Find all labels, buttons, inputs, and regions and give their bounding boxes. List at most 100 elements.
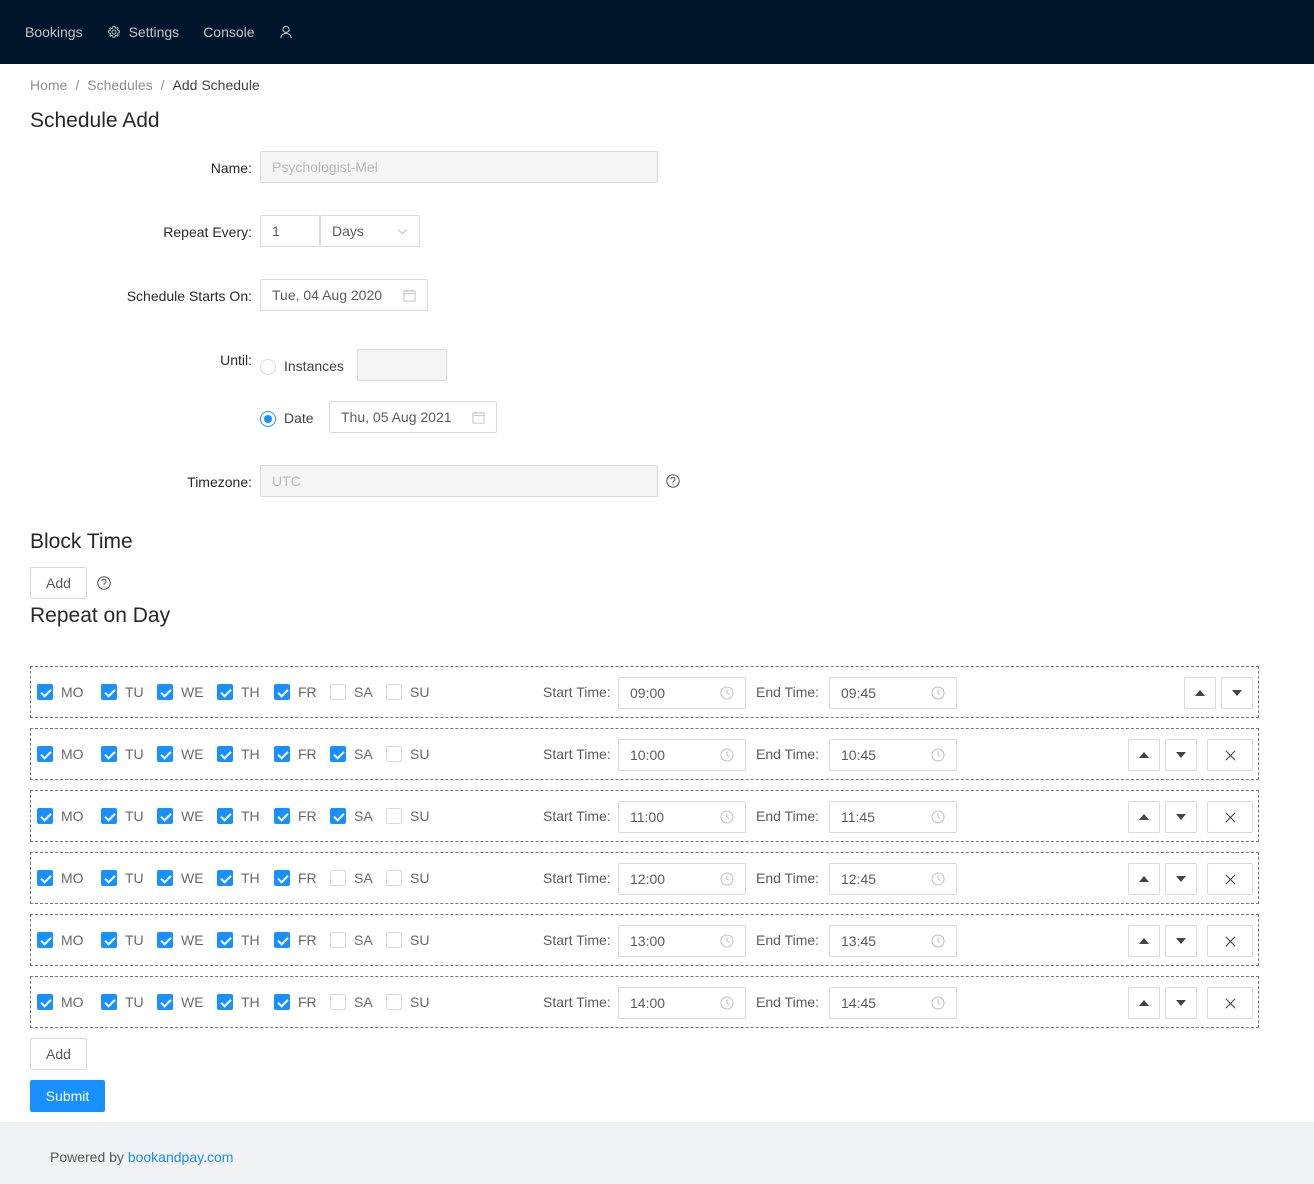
day-checkbox-we[interactable]: WE: [157, 808, 204, 824]
start-time-input[interactable]: 11:00: [618, 801, 746, 833]
checkbox[interactable]: [37, 746, 53, 762]
day-checkbox-tu[interactable]: TU: [101, 994, 144, 1010]
day-checkbox-fr[interactable]: FR: [274, 684, 317, 700]
day-checkbox-we[interactable]: WE: [157, 746, 204, 762]
checkbox[interactable]: [386, 684, 402, 700]
start-time-input[interactable]: 09:00: [618, 677, 746, 709]
remove-row-button[interactable]: [1207, 925, 1253, 957]
checkbox[interactable]: [217, 808, 233, 824]
checkbox[interactable]: [217, 746, 233, 762]
start-time-input[interactable]: 12:00: [618, 863, 746, 895]
breadcrumb-schedules[interactable]: Schedules: [87, 77, 152, 93]
name-input[interactable]: Psychologist-Mel: [260, 151, 658, 183]
move-down-button[interactable]: [1165, 863, 1197, 895]
end-time-input[interactable]: 12:45: [829, 863, 957, 895]
checkbox[interactable]: [330, 684, 346, 700]
day-checkbox-th[interactable]: TH: [217, 746, 260, 762]
repeat-every-input[interactable]: 1: [260, 215, 320, 247]
checkbox[interactable]: [37, 870, 53, 886]
checkbox[interactable]: [330, 746, 346, 762]
day-checkbox-th[interactable]: TH: [217, 932, 260, 948]
end-time-input[interactable]: 14:45: [829, 987, 957, 1019]
repeat-unit-select[interactable]: Days: [320, 215, 420, 247]
move-up-button[interactable]: [1128, 739, 1160, 771]
day-checkbox-we[interactable]: WE: [157, 994, 204, 1010]
start-time-input[interactable]: 14:00: [618, 987, 746, 1019]
day-checkbox-fr[interactable]: FR: [274, 870, 317, 886]
day-checkbox-tu[interactable]: TU: [101, 870, 144, 886]
question-circle-icon[interactable]: [666, 474, 680, 488]
add-row-button[interactable]: Add: [30, 1038, 87, 1070]
day-checkbox-su[interactable]: SU: [386, 870, 429, 886]
day-checkbox-we[interactable]: WE: [157, 932, 204, 948]
checkbox[interactable]: [386, 870, 402, 886]
checkbox[interactable]: [217, 994, 233, 1010]
day-checkbox-sa[interactable]: SA: [330, 684, 373, 700]
start-time-input[interactable]: 10:00: [618, 739, 746, 771]
day-checkbox-su[interactable]: SU: [386, 684, 429, 700]
day-checkbox-mo[interactable]: MO: [37, 746, 84, 762]
checkbox[interactable]: [217, 870, 233, 886]
checkbox[interactable]: [37, 932, 53, 948]
checkbox[interactable]: [157, 932, 173, 948]
checkbox[interactable]: [386, 932, 402, 948]
move-down-button[interactable]: [1165, 925, 1197, 957]
checkbox[interactable]: [274, 808, 290, 824]
move-down-button[interactable]: [1221, 677, 1253, 709]
until-instances-radio[interactable]: [260, 359, 276, 375]
day-checkbox-su[interactable]: SU: [386, 932, 429, 948]
move-up-button[interactable]: [1184, 677, 1216, 709]
day-checkbox-th[interactable]: TH: [217, 808, 260, 824]
day-checkbox-fr[interactable]: FR: [274, 994, 317, 1010]
nav-console[interactable]: Console: [203, 24, 254, 40]
move-up-button[interactable]: [1128, 925, 1160, 957]
move-down-button[interactable]: [1165, 801, 1197, 833]
checkbox[interactable]: [274, 932, 290, 948]
day-checkbox-su[interactable]: SU: [386, 808, 429, 824]
day-checkbox-sa[interactable]: SA: [330, 870, 373, 886]
checkbox[interactable]: [37, 684, 53, 700]
start-time-input[interactable]: 13:00: [618, 925, 746, 957]
day-checkbox-sa[interactable]: SA: [330, 808, 373, 824]
move-up-button[interactable]: [1128, 863, 1160, 895]
end-time-input[interactable]: 09:45: [829, 677, 957, 709]
remove-row-button[interactable]: [1207, 863, 1253, 895]
checkbox[interactable]: [101, 808, 117, 824]
timezone-input[interactable]: UTC: [260, 465, 658, 497]
checkbox[interactable]: [37, 994, 53, 1010]
checkbox[interactable]: [330, 932, 346, 948]
until-datepicker[interactable]: Thu, 05 Aug 2021: [329, 401, 497, 433]
checkbox[interactable]: [37, 808, 53, 824]
checkbox[interactable]: [217, 932, 233, 948]
remove-row-button[interactable]: [1207, 801, 1253, 833]
remove-row-button[interactable]: [1207, 987, 1253, 1019]
day-checkbox-mo[interactable]: MO: [37, 684, 84, 700]
checkbox[interactable]: [274, 684, 290, 700]
until-instances-label[interactable]: Instances: [284, 358, 344, 374]
day-checkbox-we[interactable]: WE: [157, 870, 204, 886]
end-time-input[interactable]: 10:45: [829, 739, 957, 771]
checkbox[interactable]: [386, 808, 402, 824]
checkbox[interactable]: [330, 994, 346, 1010]
checkbox[interactable]: [274, 746, 290, 762]
remove-row-button[interactable]: [1207, 739, 1253, 771]
move-up-button[interactable]: [1128, 987, 1160, 1019]
until-instances-input[interactable]: [357, 349, 447, 381]
checkbox[interactable]: [101, 870, 117, 886]
checkbox[interactable]: [157, 994, 173, 1010]
checkbox[interactable]: [101, 746, 117, 762]
checkbox[interactable]: [274, 870, 290, 886]
end-time-input[interactable]: 13:45: [829, 925, 957, 957]
checkbox[interactable]: [101, 994, 117, 1010]
checkbox[interactable]: [157, 808, 173, 824]
move-down-button[interactable]: [1165, 739, 1197, 771]
end-time-input[interactable]: 11:45: [829, 801, 957, 833]
day-checkbox-th[interactable]: TH: [217, 870, 260, 886]
nav-user[interactable]: [279, 25, 301, 39]
move-up-button[interactable]: [1128, 801, 1160, 833]
starts-on-datepicker[interactable]: Tue, 04 Aug 2020: [260, 279, 428, 311]
checkbox[interactable]: [330, 808, 346, 824]
checkbox[interactable]: [330, 870, 346, 886]
day-checkbox-th[interactable]: TH: [217, 684, 260, 700]
checkbox[interactable]: [386, 746, 402, 762]
